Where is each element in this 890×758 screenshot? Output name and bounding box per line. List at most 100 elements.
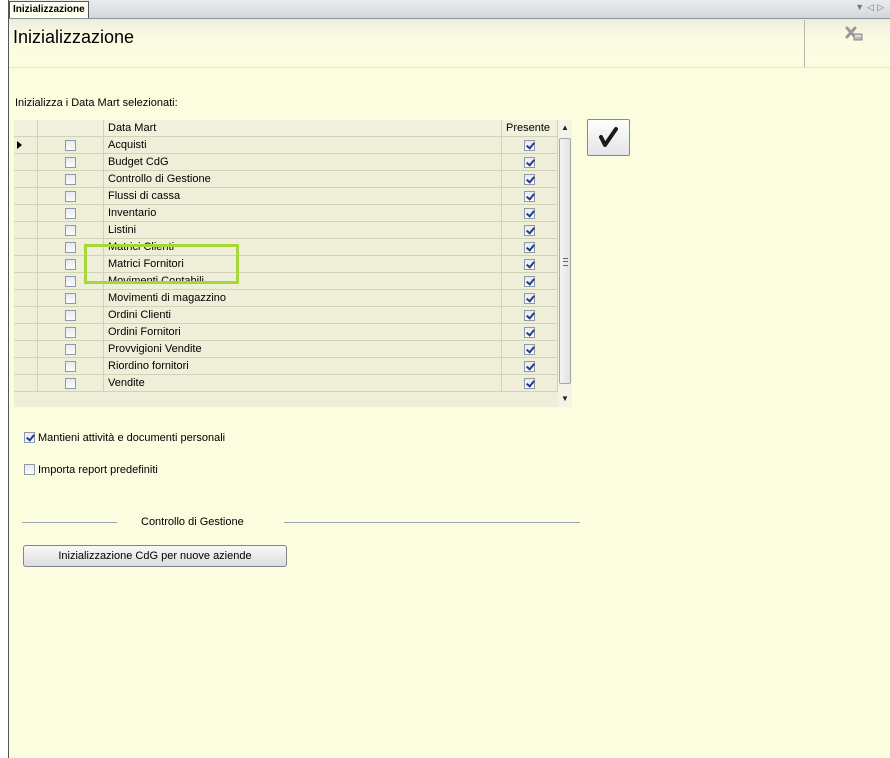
presente-checkbox bbox=[524, 293, 535, 304]
column-header-data-mart[interactable]: Data Mart bbox=[104, 120, 502, 137]
presente-cell bbox=[502, 154, 558, 171]
import-reports-checkbox[interactable] bbox=[24, 463, 35, 475]
tab-nav-controls[interactable]: ▼◁▷ bbox=[855, 2, 887, 13]
select-checkbox[interactable] bbox=[65, 310, 76, 321]
presente-checkbox bbox=[524, 140, 535, 151]
table-row[interactable]: Riordino fornitori bbox=[14, 358, 558, 375]
instruction-label: Inizializza i Data Mart selezionati: bbox=[15, 97, 178, 109]
presente-cell bbox=[502, 375, 558, 392]
option-import-reports[interactable]: Importa report predefiniti bbox=[24, 463, 158, 476]
presente-cell bbox=[502, 137, 558, 154]
data-mart-name: Flussi di cassa bbox=[104, 188, 502, 205]
select-checkbox[interactable] bbox=[65, 157, 76, 168]
presente-checkbox bbox=[524, 310, 535, 321]
group-separator-left bbox=[22, 522, 117, 523]
table-row[interactable]: Budget CdG bbox=[14, 154, 558, 171]
select-cell[interactable] bbox=[38, 171, 104, 188]
table-row[interactable]: Inventario bbox=[14, 205, 558, 222]
row-indicator[interactable] bbox=[14, 273, 38, 290]
row-indicator[interactable] bbox=[14, 341, 38, 358]
table-row[interactable]: Listini bbox=[14, 222, 558, 239]
presente-cell bbox=[502, 256, 558, 273]
presente-cell bbox=[502, 324, 558, 341]
presente-checkbox bbox=[524, 191, 535, 202]
row-indicator[interactable] bbox=[14, 324, 38, 341]
presente-checkbox bbox=[524, 208, 535, 219]
select-cell[interactable] bbox=[38, 341, 104, 358]
select-checkbox[interactable] bbox=[65, 276, 76, 287]
select-cell[interactable] bbox=[38, 375, 104, 392]
vertical-scrollbar[interactable]: ▲ ▼ bbox=[558, 120, 572, 407]
row-indicator[interactable] bbox=[14, 358, 38, 375]
presente-cell bbox=[502, 205, 558, 222]
close-x-icon[interactable] bbox=[843, 23, 865, 45]
import-reports-label: Importa report predefiniti bbox=[38, 464, 158, 476]
row-indicator[interactable] bbox=[14, 137, 38, 154]
select-cell[interactable] bbox=[38, 290, 104, 307]
select-checkbox[interactable] bbox=[65, 327, 76, 338]
row-indicator[interactable] bbox=[14, 205, 38, 222]
select-checkbox[interactable] bbox=[65, 208, 76, 219]
tab-prev-icon[interactable]: ◁ bbox=[867, 2, 877, 12]
checkmark-icon bbox=[599, 127, 618, 147]
table-row[interactable]: Ordini Fornitori bbox=[14, 324, 558, 341]
tab-inizializzazione[interactable]: Inizializzazione bbox=[9, 1, 89, 18]
select-checkbox[interactable] bbox=[65, 225, 76, 236]
row-indicator[interactable] bbox=[14, 239, 38, 256]
data-mart-name: Ordini Clienti bbox=[104, 307, 502, 324]
table-row[interactable]: Vendite bbox=[14, 375, 558, 392]
init-cdg-button[interactable]: Inizializzazione CdG per nuove aziende bbox=[23, 545, 287, 567]
select-column-header[interactable] bbox=[38, 120, 104, 137]
keep-activities-checkbox[interactable] bbox=[24, 431, 35, 443]
select-checkbox[interactable] bbox=[65, 140, 76, 151]
scroll-down-icon[interactable]: ▼ bbox=[558, 391, 572, 407]
row-indicator[interactable] bbox=[14, 256, 38, 273]
table-row[interactable]: Movimenti di magazzino bbox=[14, 290, 558, 307]
select-cell[interactable] bbox=[38, 137, 104, 154]
header-divider bbox=[804, 20, 805, 68]
select-cell[interactable] bbox=[38, 154, 104, 171]
row-indicator[interactable] bbox=[14, 222, 38, 239]
scroll-up-icon[interactable]: ▲ bbox=[558, 120, 572, 136]
row-indicator[interactable] bbox=[14, 154, 38, 171]
select-checkbox[interactable] bbox=[65, 344, 76, 355]
table-row[interactable]: Provvigioni Vendite bbox=[14, 341, 558, 358]
highlight-box bbox=[84, 244, 239, 284]
select-cell[interactable] bbox=[38, 205, 104, 222]
select-cell[interactable] bbox=[38, 222, 104, 239]
select-checkbox[interactable] bbox=[65, 378, 76, 389]
presente-checkbox bbox=[524, 361, 535, 372]
table-row[interactable]: Flussi di cassa bbox=[14, 188, 558, 205]
column-header-presente[interactable]: Presente bbox=[502, 120, 558, 137]
row-indicator[interactable] bbox=[14, 171, 38, 188]
select-checkbox[interactable] bbox=[65, 259, 76, 270]
confirm-button[interactable] bbox=[587, 119, 630, 156]
select-checkbox[interactable] bbox=[65, 242, 76, 253]
select-checkbox[interactable] bbox=[65, 174, 76, 185]
tab-next-icon[interactable]: ▷ bbox=[877, 2, 887, 12]
row-indicator[interactable] bbox=[14, 188, 38, 205]
option-keep-activities[interactable]: Mantieni attività e documenti personali bbox=[24, 431, 225, 444]
select-checkbox[interactable] bbox=[65, 361, 76, 372]
tab-dropdown-icon[interactable]: ▼ bbox=[855, 2, 867, 12]
row-indicator[interactable] bbox=[14, 307, 38, 324]
select-cell[interactable] bbox=[38, 307, 104, 324]
presente-checkbox bbox=[524, 174, 535, 185]
table-row[interactable]: Controllo di Gestione bbox=[14, 171, 558, 188]
select-cell[interactable] bbox=[38, 324, 104, 341]
select-checkbox[interactable] bbox=[65, 191, 76, 202]
presente-cell bbox=[502, 171, 558, 188]
data-mart-name: Budget CdG bbox=[104, 154, 502, 171]
row-indicator[interactable] bbox=[14, 290, 38, 307]
table-row[interactable]: Ordini Clienti bbox=[14, 307, 558, 324]
data-mart-name: Provvigioni Vendite bbox=[104, 341, 502, 358]
select-checkbox[interactable] bbox=[65, 293, 76, 304]
table-row[interactable]: Acquisti bbox=[14, 137, 558, 154]
select-cell[interactable] bbox=[38, 188, 104, 205]
presente-checkbox bbox=[524, 157, 535, 168]
scroll-thumb[interactable] bbox=[559, 138, 571, 384]
presente-checkbox bbox=[524, 225, 535, 236]
presente-checkbox bbox=[524, 259, 535, 270]
row-indicator[interactable] bbox=[14, 375, 38, 392]
select-cell[interactable] bbox=[38, 358, 104, 375]
